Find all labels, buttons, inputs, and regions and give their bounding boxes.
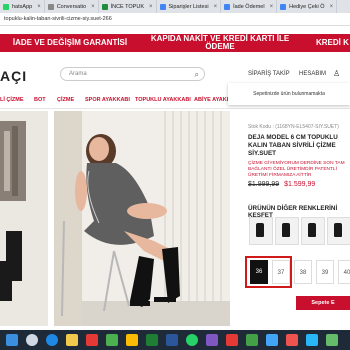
nav-item[interactable]: SPOR AYAKKABI bbox=[85, 97, 130, 103]
product-main-image[interactable] bbox=[54, 111, 230, 326]
divider bbox=[0, 108, 350, 109]
browser-tabbar: hatsApp × Conversatio × İNCE TOPUK × Sipari… bbox=[0, 0, 350, 13]
price-row: $1.999,99 $1.599,99 bbox=[248, 181, 315, 188]
size-option[interactable]: 40 bbox=[338, 260, 350, 284]
close-tab-icon[interactable]: × bbox=[330, 4, 334, 10]
app-icon[interactable] bbox=[86, 334, 98, 346]
boot-thumbnail bbox=[282, 223, 290, 237]
boot-thumbnail bbox=[308, 223, 316, 237]
sheets-icon bbox=[101, 3, 108, 10]
app-icon[interactable] bbox=[306, 334, 318, 346]
color-swatch[interactable] bbox=[301, 217, 325, 245]
chrome-icon[interactable] bbox=[126, 334, 138, 346]
product-info: Stok Kodu : (1168YN-EL5407-SIY.SUET) DEJ… bbox=[248, 124, 350, 179]
color-swatch[interactable] bbox=[327, 217, 350, 245]
chat-icon bbox=[47, 3, 54, 10]
nav-item[interactable]: TOPUKLU AYAKKABI bbox=[135, 97, 191, 103]
boot-thumbnail bbox=[334, 223, 342, 237]
app-icon[interactable] bbox=[206, 334, 218, 346]
nav-item[interactable]: ÇİZME bbox=[57, 97, 74, 103]
nav-item[interactable]: Lİ ÇİZME bbox=[0, 97, 24, 103]
site-icon bbox=[159, 3, 166, 10]
size-option[interactable]: 39 bbox=[316, 260, 334, 284]
address-bar[interactable]: topuklu-kalin-taban-sivrili-cizme-siy.su… bbox=[0, 13, 350, 26]
browser-tab[interactable]: Hediye Çeki Ö × bbox=[277, 0, 338, 13]
start-icon[interactable] bbox=[6, 334, 18, 346]
site-icon bbox=[280, 3, 287, 10]
color-swatch[interactable] bbox=[249, 217, 273, 245]
search-icon[interactable]: ⌕ bbox=[195, 69, 199, 81]
site-icon bbox=[224, 3, 231, 10]
search-icon[interactable] bbox=[26, 334, 38, 346]
browser-tab[interactable]: Conversatio × bbox=[45, 0, 99, 13]
close-tab-icon[interactable]: × bbox=[91, 4, 95, 10]
promo-center: KAPIDA NAKİT VE KREDİ KARTI İLE ÖDEME bbox=[150, 34, 290, 51]
cart-empty-popup: Sepetinizde ürün bulunmamakta bbox=[228, 83, 350, 105]
promo-right: KREDİ K bbox=[316, 38, 349, 47]
edge-icon[interactable] bbox=[46, 334, 58, 346]
app-icon[interactable] bbox=[246, 334, 258, 346]
app-icon[interactable] bbox=[226, 334, 238, 346]
order-track-link[interactable]: SİPARİŞ TAKİP bbox=[248, 71, 290, 77]
site-logo[interactable]: AÇI bbox=[0, 68, 27, 84]
size-option[interactable]: 38 bbox=[294, 260, 312, 284]
promo-left: İADE VE DEĞİŞİM GARANTİSİ bbox=[12, 38, 128, 47]
word-icon[interactable] bbox=[166, 334, 178, 346]
app-icon[interactable] bbox=[286, 334, 298, 346]
browser-tab[interactable]: İade Ödemel × bbox=[221, 0, 278, 13]
product-sku: Stok Kodu : (1168YN-EL5407-SIY.SUET) bbox=[248, 124, 339, 130]
promo-banner: İADE VE DEĞİŞİM GARANTİSİ KAPIDA NAKİT V… bbox=[0, 34, 350, 52]
user-icon[interactable]: ♙ bbox=[333, 69, 340, 78]
account-link[interactable]: HESABIM bbox=[299, 71, 326, 77]
product-description: ÇİZME GİYEMİYORUM DERDİNE SON TAM BAĞLAN… bbox=[248, 161, 345, 178]
close-tab-icon[interactable]: × bbox=[214, 4, 218, 10]
color-swatch[interactable] bbox=[275, 217, 299, 245]
close-tab-icon[interactable]: × bbox=[37, 4, 41, 10]
product-title: DEJA MODEL 6 CM TOPUKLU KALIN TABAN SİVR… bbox=[248, 134, 338, 157]
sale-price: $1.599,99 bbox=[284, 181, 316, 188]
old-price: $1.999,99 bbox=[248, 181, 280, 188]
browser-tab[interactable]: Siparişler Listesi × bbox=[157, 0, 222, 13]
browser-tab[interactable]: hatsApp × bbox=[0, 0, 45, 13]
boot-thumbnail bbox=[256, 223, 264, 237]
search-input[interactable]: Arama ⌕ bbox=[60, 67, 205, 81]
product-thumbnail-left[interactable] bbox=[0, 111, 48, 326]
app-icon[interactable] bbox=[326, 334, 338, 346]
add-to-cart-button[interactable]: Sepete E bbox=[296, 296, 350, 310]
excel-icon[interactable] bbox=[146, 334, 158, 346]
whatsapp-icon[interactable] bbox=[186, 334, 198, 346]
whatsapp-icon bbox=[3, 3, 9, 10]
nav-item[interactable]: BOT bbox=[34, 97, 46, 103]
os-taskbar bbox=[0, 330, 350, 350]
chrome-icon[interactable] bbox=[106, 334, 118, 346]
app-icon[interactable] bbox=[266, 334, 278, 346]
folder-icon[interactable] bbox=[66, 334, 78, 346]
close-tab-icon[interactable]: × bbox=[270, 4, 274, 10]
browser-tab[interactable]: İNCE TOPUK × bbox=[99, 0, 157, 13]
close-tab-icon[interactable]: × bbox=[149, 4, 153, 10]
size-highlight-frame bbox=[245, 256, 292, 288]
